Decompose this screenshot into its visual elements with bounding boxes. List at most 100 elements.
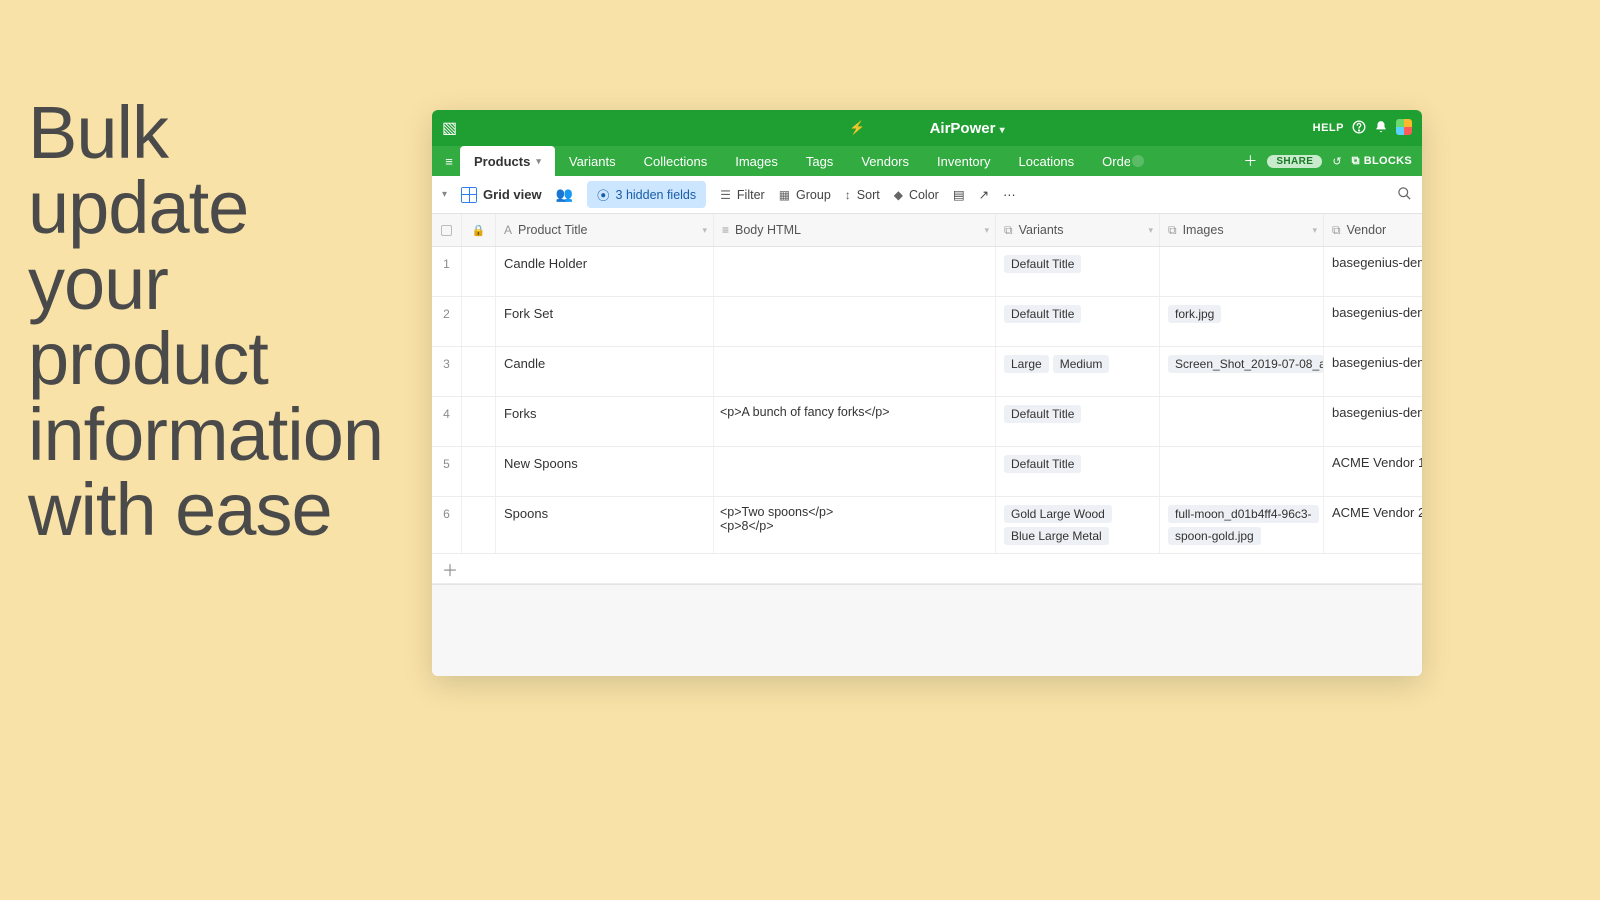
cell-product-title[interactable]: Candle Holder (496, 247, 714, 296)
add-table-icon[interactable]: ＋ (1243, 151, 1257, 171)
table-row[interactable]: 4Forks<p>A bunch of fancy forks</p>Defau… (432, 397, 1422, 447)
record-chip[interactable]: Large (1004, 355, 1049, 373)
scroll-tabs-icon[interactable] (1132, 155, 1144, 167)
share-button[interactable]: SHARE (1267, 155, 1322, 168)
cell-body-html[interactable] (714, 447, 996, 496)
cell-product-title[interactable]: Forks (496, 397, 714, 446)
cell-vendor[interactable]: basegenius-dem (1324, 397, 1422, 446)
tab-collections[interactable]: Collections (630, 146, 722, 176)
tab-vendors[interactable]: Vendors (847, 146, 923, 176)
help-icon[interactable] (1352, 120, 1366, 137)
record-chip[interactable]: Screen_Shot_2019-07-08_a (1168, 355, 1324, 373)
row-expand[interactable] (462, 497, 496, 553)
topbar: ▧ ⚡ AirPower ▾ HELP (432, 110, 1422, 146)
cell-images[interactable]: full-moon_d01b4ff4-96c3- spoon-gold.jpg (1160, 497, 1324, 553)
cell-variants[interactable]: Default Title (996, 397, 1160, 446)
tab-products[interactable]: Products▾ (460, 146, 555, 176)
cell-body-html[interactable] (714, 297, 996, 346)
row-expand[interactable] (462, 297, 496, 346)
group-icon: ▦ (779, 188, 790, 202)
cell-variants[interactable]: Gold Large Wood Blue Large Metal (996, 497, 1160, 553)
column-header-product-title[interactable]: AProduct Title▾ (496, 214, 714, 246)
share-view-icon[interactable]: ↗ (979, 187, 989, 202)
cell-vendor[interactable]: basegenius-dem (1324, 347, 1422, 396)
cell-variants[interactable]: Default Title (996, 447, 1160, 496)
sort-button[interactable]: ↕Sort (845, 188, 880, 202)
row-expand[interactable] (462, 397, 496, 446)
blocks-button[interactable]: ⧉ BLOCKS (1352, 155, 1412, 168)
record-chip[interactable]: Default Title (1004, 405, 1081, 423)
cell-body-html[interactable]: <p>Two spoons</p> <p>8</p> (714, 497, 996, 553)
select-all-checkbox[interactable] (432, 214, 462, 246)
record-chip[interactable]: Default Title (1004, 455, 1081, 473)
cell-product-title[interactable]: Spoons (496, 497, 714, 553)
column-header-variants[interactable]: ⧉Variants▾ (996, 214, 1160, 246)
column-header-body-html[interactable]: ≡Body HTML▾ (714, 214, 996, 246)
view-switcher[interactable]: Grid view (461, 187, 542, 203)
record-chip[interactable]: Default Title (1004, 305, 1081, 323)
column-header-vendor[interactable]: ⧉Vendor (1324, 214, 1422, 246)
history-icon[interactable]: ↺ (1332, 155, 1341, 168)
cell-product-title[interactable]: New Spoons (496, 447, 714, 496)
record-chip[interactable]: Medium (1053, 355, 1110, 373)
row-expand[interactable] (462, 247, 496, 296)
row-expand[interactable] (462, 347, 496, 396)
table-row[interactable]: 6Spoons<p>Two spoons</p> <p>8</p>Gold La… (432, 497, 1422, 554)
table-row[interactable]: 3CandleLargeMediumScreen_Shot_2019-07-08… (432, 347, 1422, 397)
record-chip[interactable]: full-moon_d01b4ff4-96c3- (1168, 505, 1319, 523)
cell-variants[interactable]: Default Title (996, 297, 1160, 346)
cell-images[interactable]: fork.jpg (1160, 297, 1324, 346)
tab-tags[interactable]: Tags (792, 146, 847, 176)
cell-product-title[interactable]: Candle (496, 347, 714, 396)
cell-images[interactable] (1160, 247, 1324, 296)
more-icon[interactable]: ⋯ (1003, 187, 1016, 202)
cell-variants[interactable]: LargeMedium (996, 347, 1160, 396)
table-row[interactable]: 1 Candle Holder Default Title basegenius-de… (432, 247, 1422, 297)
cell-vendor[interactable]: ACME Vendor 2 (1324, 497, 1422, 553)
group-button[interactable]: ▦Group (779, 188, 831, 202)
tab-orders[interactable]: Orders (1088, 146, 1158, 176)
account-avatar[interactable] (1396, 119, 1412, 138)
cell-vendor[interactable]: basegenius-dem (1324, 297, 1422, 346)
record-chip[interactable]: Blue Large Metal (1004, 527, 1109, 545)
cell-body-html[interactable] (714, 347, 996, 396)
tables-menu-icon[interactable]: ≡ (438, 146, 460, 176)
cell-vendor[interactable]: basegenius-dem (1324, 247, 1422, 296)
cell-body-html[interactable] (714, 247, 996, 296)
grid-footer (432, 584, 1422, 676)
column-header-images[interactable]: ⧉Images▾ (1160, 214, 1324, 246)
filter-button[interactable]: ☰Filter (720, 188, 765, 202)
cell-images[interactable] (1160, 447, 1324, 496)
cell-variants[interactable]: Default Title (996, 247, 1160, 296)
table-row[interactable]: 5New SpoonsDefault TitleACME Vendor 1 (432, 447, 1422, 497)
row-height-icon[interactable]: ▤ (953, 187, 965, 202)
record-chip[interactable]: spoon-gold.jpg (1168, 527, 1261, 545)
table-row[interactable]: 2Fork SetDefault Titlefork.jpgbasegenius… (432, 297, 1422, 347)
cell-product-title[interactable]: Fork Set (496, 297, 714, 346)
add-row-button[interactable]: ＋ (432, 554, 1422, 584)
tab-images[interactable]: Images (721, 146, 792, 176)
tab-variants[interactable]: Variants (555, 146, 630, 176)
cell-images[interactable]: Screen_Shot_2019-07-08_a (1160, 347, 1324, 396)
notifications-icon[interactable] (1374, 120, 1388, 137)
record-chip[interactable]: fork.jpg (1168, 305, 1221, 323)
cell-images[interactable] (1160, 397, 1324, 446)
record-chip[interactable]: Default Title (1004, 255, 1081, 273)
collaborators-icon[interactable]: 👥 (556, 186, 573, 203)
cell-body-html[interactable]: <p>A bunch of fancy forks</p> (714, 397, 996, 446)
row-expand[interactable] (462, 447, 496, 496)
app-logo-icon[interactable]: ▧ (442, 118, 457, 138)
cell-vendor[interactable]: ACME Vendor 1 (1324, 447, 1422, 496)
color-button[interactable]: ◆Color (894, 188, 939, 202)
table-tabs-bar: ≡ Products▾ Variants Collections Images … (432, 146, 1422, 176)
row-number: 1 (432, 247, 462, 296)
automation-bolt-icon[interactable]: ⚡ (849, 120, 865, 136)
tab-locations[interactable]: Locations (1005, 146, 1089, 176)
help-button[interactable]: HELP (1313, 122, 1344, 134)
hidden-fields-button[interactable]: ⦿ 3 hidden fields (587, 181, 706, 208)
base-title[interactable]: AirPower ▾ (930, 120, 1005, 137)
search-icon[interactable] (1397, 186, 1412, 204)
views-sidebar-toggle-icon[interactable]: ▾ (442, 189, 447, 200)
tab-inventory[interactable]: Inventory (923, 146, 1004, 176)
record-chip[interactable]: Gold Large Wood (1004, 505, 1112, 523)
